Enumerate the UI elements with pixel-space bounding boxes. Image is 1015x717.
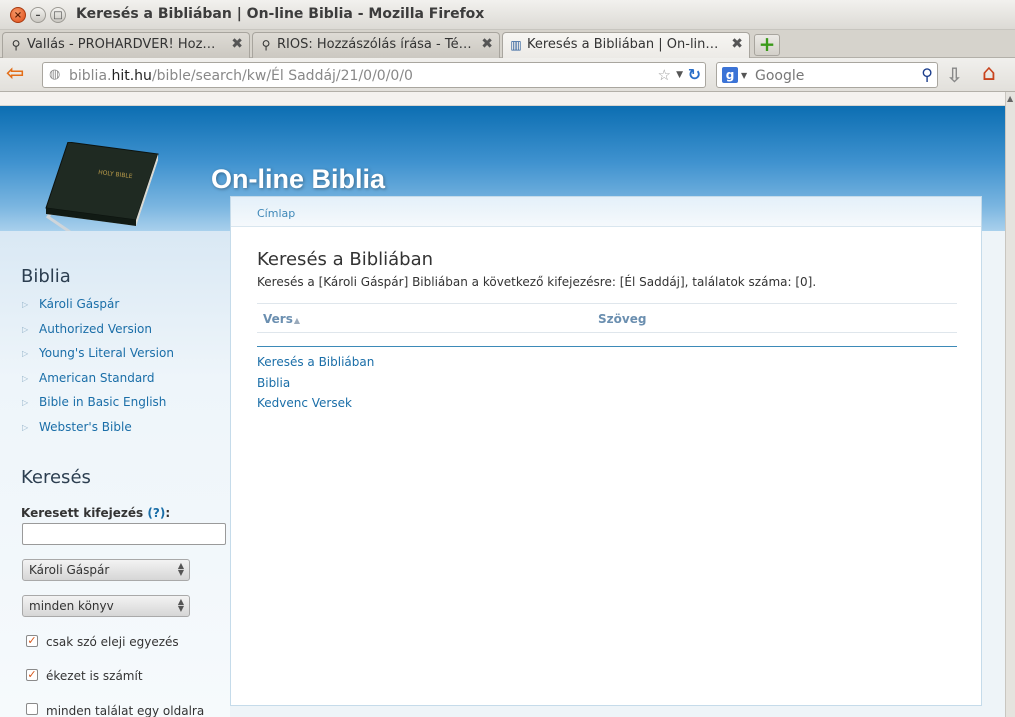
reload-icon[interactable]: ↻ [688, 65, 701, 84]
accent-sensitive-checkbox[interactable]: ✓ [26, 669, 38, 681]
bible-book-logo: HOLY BIBLE [45, 142, 159, 234]
version-label: American Standard [39, 370, 155, 385]
globe-icon: ◍ [49, 67, 61, 82]
bible-version-list: ▷ Károli Gáspár ▷ Authorized Version ▷ Youn… [22, 297, 174, 445]
magnifier-icon[interactable]: ⚲ [921, 65, 933, 84]
page-title: Keresés a Bibliában [257, 249, 434, 270]
search-summary: Keresés a [Károli Gáspár] Bibliában a kö… [257, 275, 817, 289]
version-link-websters[interactable]: ▷ Webster's Bible [22, 420, 174, 445]
tab-label: Keresés a Bibliában | On-lin… [527, 37, 719, 52]
triangle-bullet-icon: ▷ [22, 349, 29, 359]
search-field-label: Keresett kifejezés (?): [21, 506, 170, 520]
sidebar-bible-heading: Biblia [21, 266, 71, 287]
select-arrows-icon: ▲ ▼ [177, 597, 184, 613]
new-tab-button[interactable]: + [754, 34, 780, 56]
version-link-karoli[interactable]: ▷ Károli Gáspár [22, 297, 174, 322]
book-favicon-icon: ▥ [510, 38, 522, 52]
tab-label: Vallás - PROHARDVER! Hoz… [27, 37, 216, 52]
download-icon[interactable]: ⇩ [946, 63, 963, 87]
accent-sensitive-label: ékezet is számít [46, 669, 143, 683]
triangle-bullet-icon: ▷ [22, 324, 29, 334]
search-bar[interactable]: g ▼ Google ⚲ [716, 62, 938, 88]
tab-close-icon[interactable]: ✖ [731, 36, 743, 52]
url-bar[interactable]: ◍ biblia.hit.hu/bible/search/kw/Él Saddá… [42, 62, 706, 88]
search-favicon-icon: ⚲ [11, 38, 21, 52]
book-select[interactable]: minden könyv ▲ ▼ [22, 595, 190, 617]
search-input[interactable] [22, 523, 226, 545]
tab-label: RIOS: Hozzászólás írása - Té… [277, 37, 472, 52]
url-text: biblia.hit.hu/bible/search/kw/Él Saddáj/… [69, 68, 413, 84]
version-label: Authorized Version [39, 321, 152, 336]
search-favicon-icon: ⚲ [261, 38, 271, 52]
tab-prohardver[interactable]: ⚲ Vallás - PROHARDVER! Hoz… ✖ [2, 32, 250, 58]
vertical-scrollbar[interactable]: ▲ [1005, 92, 1015, 717]
tab-bar: ⚲ Vallás - PROHARDVER! Hoz… ✖ ⚲ RIOS: Hozz… [0, 30, 1015, 59]
navigation-toolbar: ⇦ ◍ biblia.hit.hu/bible/search/kw/Él Sad… [0, 58, 1015, 92]
triangle-bullet-icon: ▷ [22, 422, 29, 432]
link-favorite-verses[interactable]: Kedvenc Versek [257, 396, 374, 417]
url-prefix: biblia. [69, 68, 112, 84]
version-label: Webster's Bible [39, 419, 132, 434]
results-table-divider [257, 346, 957, 347]
search-label-text: Keresett kifejezés [21, 506, 144, 520]
back-button[interactable]: ⇦ [6, 63, 32, 87]
site-title[interactable]: On-line Biblia [211, 164, 385, 195]
tab-biblia[interactable]: ▥ Keresés a Bibliában | On-lin… ✖ [502, 32, 750, 59]
all-results-label: minden találat egy oldalra [46, 704, 205, 717]
url-path: /bible/search/kw/Él Saddáj/21/0/0/0/0 [151, 68, 413, 84]
triangle-bullet-icon: ▷ [22, 300, 29, 309]
version-link-authorized[interactable]: ▷ Authorized Version [22, 322, 174, 347]
main-links-list: Keresés a Bibliában Biblia Kedvenc Verse… [257, 355, 374, 417]
tab-close-icon[interactable]: ✖ [481, 36, 493, 52]
link-bible[interactable]: Biblia [257, 376, 374, 397]
all-results-checkbox[interactable] [26, 703, 38, 715]
triangle-bullet-icon: ▷ [22, 373, 29, 383]
page-viewport: HOLY BIBLE On-line Biblia Címlap Keresés… [0, 92, 1005, 717]
window-close-button[interactable]: × [10, 7, 26, 23]
tab-close-icon[interactable]: ✖ [231, 36, 243, 52]
column-verse-label: Vers [263, 312, 293, 326]
home-icon[interactable]: ⌂ [982, 61, 996, 86]
translation-select[interactable]: Károli Gáspár ▲ ▼ [22, 559, 190, 581]
link-search-bible[interactable]: Keresés a Bibliában [257, 355, 374, 376]
column-verse-header[interactable]: Vers▲ [263, 312, 300, 326]
window-title: Keresés a Bibliában | On-line Biblia - M… [76, 6, 485, 22]
chevron-down-icon[interactable]: ▼ [741, 71, 747, 80]
select-arrows-icon: ▲ ▼ [177, 561, 184, 577]
bookmark-star-icon[interactable]: ☆ [658, 66, 671, 84]
sort-ascending-icon: ▲ [293, 316, 300, 325]
breadcrumb: Címlap [231, 197, 981, 227]
search-placeholder: Google [755, 68, 805, 84]
word-start-label: csak szó eleji egyezés [46, 635, 179, 649]
results-table-header: Vers▲ Szöveg [257, 303, 957, 333]
version-label: Young's Literal Version [39, 346, 174, 361]
version-link-youngs[interactable]: ▷ Young's Literal Version [22, 346, 174, 371]
page-top-strip [0, 92, 1005, 106]
translation-select-value: Károli Gáspár [29, 563, 110, 577]
sidebar-search-heading: Keresés [21, 467, 91, 488]
word-start-checkbox[interactable]: ✓ [26, 635, 38, 647]
version-link-american[interactable]: ▷ American Standard [22, 371, 174, 396]
chevron-down-icon[interactable]: ▼ [676, 70, 683, 80]
version-label: Bible in Basic English [39, 395, 167, 410]
tab-rios[interactable]: ⚲ RIOS: Hozzászólás írása - Té… ✖ [252, 32, 500, 58]
window-maximize-button[interactable]: □ [50, 7, 66, 23]
column-text-header[interactable]: Szöveg [598, 312, 646, 326]
version-link-basic-english[interactable]: ▷ Bible in Basic English [22, 395, 174, 420]
book-select-value: minden könyv [29, 599, 114, 613]
main-content: Címlap Keresés a Bibliában Keresés a [Ká… [230, 196, 982, 706]
breadcrumb-home-link[interactable]: Címlap [257, 207, 295, 220]
search-help-link[interactable]: (?) [147, 506, 165, 520]
google-icon[interactable]: g [722, 67, 738, 83]
scroll-up-icon[interactable]: ▲ [1007, 94, 1013, 103]
search-label-colon: : [165, 506, 171, 520]
url-host: hit.hu [111, 68, 152, 84]
window-titlebar: × – □ Keresés a Bibliában | On-line Bibl… [0, 0, 1015, 30]
window-minimize-button[interactable]: – [30, 7, 46, 23]
triangle-bullet-icon: ▷ [22, 398, 29, 408]
version-label: Károli Gáspár [39, 297, 120, 311]
